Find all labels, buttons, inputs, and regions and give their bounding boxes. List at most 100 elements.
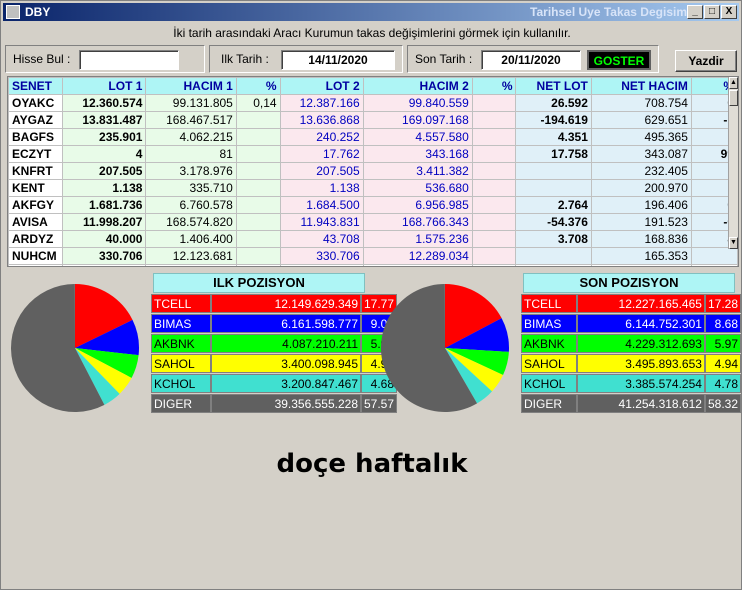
stock-symbol-cell: AKFGY — [8, 196, 63, 214]
hisse-bul-input[interactable] — [79, 50, 179, 70]
table-cell: 343.087 — [590, 145, 692, 163]
total-cell: 100,00 — [471, 264, 517, 266]
table-cell: 26.592 — [515, 94, 592, 112]
column-header[interactable]: % — [235, 77, 281, 95]
hisse-bul-label: Hisse Bul : — [13, 52, 71, 66]
table-cell — [471, 213, 517, 231]
position-name: AKBNK — [521, 334, 577, 353]
table-cell: 232.405 — [590, 162, 692, 180]
table-cell: 330.706 — [279, 247, 364, 265]
table-cell: 200.970 — [590, 179, 692, 197]
table-cell: 207.505 — [61, 162, 147, 180]
table-cell: 343.168 — [362, 145, 473, 163]
title-bar[interactable]: DBY Tarihsel Uye Takas Degisim _ □ X — [3, 3, 739, 21]
yazdir-button[interactable]: Yazdir — [675, 50, 737, 72]
table-cell: 207.505 — [279, 162, 364, 180]
table-cell — [471, 145, 517, 163]
table-cell: 1.138 — [61, 179, 147, 197]
stock-symbol-cell: KNFRT — [8, 162, 63, 180]
ilk-tarih-input[interactable]: 14/11/2020 — [281, 50, 395, 70]
table-cell: 168.574.820 — [145, 213, 237, 231]
table-cell: 12.360.574 — [61, 94, 147, 112]
position-value: 6.144.752.301 — [576, 314, 705, 333]
goster-button[interactable]: GOSTER — [587, 50, 651, 70]
table-cell: 4.557.580 — [362, 128, 473, 146]
table-cell — [471, 196, 517, 214]
table-cell: 13.636.868 — [279, 111, 364, 129]
table-cell — [235, 213, 281, 231]
position-name: AKBNK — [151, 334, 211, 353]
table-cell: 235.901 — [61, 128, 147, 146]
table-row[interactable]: KENT 1.138 335.710 1.138 536.680 200.970 — [8, 179, 738, 197]
table-row[interactable]: ARDYZ 40.000 1.406.400 43.708 1.575.236 3.708… — [8, 230, 738, 248]
position-value: 3.400.098.945 — [211, 354, 361, 373]
stock-symbol-cell: AVISA — [8, 213, 63, 231]
position-pct: 4.94 — [704, 354, 741, 373]
ilk-pozisyon-pie — [11, 284, 139, 412]
total-cell — [515, 264, 592, 266]
table-cell: 99.840.559 — [362, 94, 473, 112]
table-cell: 708.754 — [590, 94, 692, 112]
table-cell: 168.467.517 — [145, 111, 237, 129]
table-cell: 6.760.578 — [145, 196, 237, 214]
column-header[interactable]: LOT 2 — [279, 77, 364, 95]
position-value: 3.385.574.254 — [576, 374, 705, 393]
column-header[interactable]: SENET — [8, 77, 63, 95]
son-tarih-input[interactable]: 20/11/2020 — [481, 50, 581, 70]
table-cell: 4.351 — [515, 128, 592, 146]
column-header[interactable]: LOT 1 — [61, 77, 147, 95]
table-cell: 17.758 — [515, 145, 592, 163]
column-header[interactable]: % — [471, 77, 517, 95]
takas-grid[interactable]: SENET LOT 1 HACIM 1% LOT 2 HACIM 2% NET LOT NE… — [7, 76, 739, 267]
table-row[interactable]: OYAKC 12.360.574 99.131.805 0,14 12.387.166 9… — [8, 94, 738, 112]
table-row[interactable]: AKFGY 1.681.736 6.760.578 1.684.500 6.956.98… — [8, 196, 738, 214]
total-cell: 100,00 — [235, 264, 281, 266]
table-cell — [515, 162, 592, 180]
position-value: 6.161.598.777 — [211, 314, 361, 333]
scroll-up-arrow[interactable]: ▲ — [729, 77, 738, 89]
maximize-button[interactable]: □ — [704, 5, 720, 19]
table-cell — [471, 128, 517, 146]
scroll-thumb[interactable] — [729, 90, 738, 106]
total-cell — [690, 264, 738, 266]
close-button[interactable]: X — [721, 5, 737, 19]
table-row[interactable]: BAGFS 235.901 4.062.215 240.252 4.557.580 4.3… — [8, 128, 738, 146]
stock-symbol-cell: ARDYZ — [8, 230, 63, 248]
grid-scrollbar[interactable]: ▲ ▼ — [728, 77, 738, 249]
table-cell: 0,14 — [235, 94, 281, 112]
column-header[interactable]: HACIM 1 — [145, 77, 237, 95]
position-pct: 5.97 — [704, 334, 741, 353]
table-cell — [471, 230, 517, 248]
column-header[interactable]: NET LOT — [515, 77, 592, 95]
column-header[interactable]: NET HACIM — [590, 77, 692, 95]
table-row[interactable]: ECZYT48117.762343.16817.758343.08799 — [8, 145, 738, 163]
table-row[interactable]: AVISA 11.998.207 168.574.820 11.943.831 168.… — [8, 213, 738, 231]
ilk-pozisyon-title: ILK POZISYON — [153, 273, 365, 293]
total-cell: 5.686.258.354 — [61, 264, 147, 266]
son-pozisyon-table: TCELL 12.227.165.465 17.28 BIMAS 6.144.752.3… — [521, 293, 741, 414]
position-value: 3.200.847.467 — [211, 374, 361, 393]
table-cell — [235, 230, 281, 248]
table-cell: 17.762 — [279, 145, 364, 163]
stock-symbol-cell: ECZYT — [8, 145, 63, 163]
son-pozisyon-pie — [381, 284, 509, 412]
position-row: BIMAS 6.161.598.777 9.01 — [151, 314, 398, 333]
table-cell: 169.097.168 — [362, 111, 473, 129]
minimize-button[interactable]: _ — [687, 5, 703, 19]
table-cell — [235, 111, 281, 129]
table-row[interactable]: NUHCM 330.706 12.123.681 330.706 12.289.034 1… — [8, 247, 738, 265]
column-header[interactable]: HACIM 2 — [362, 77, 473, 95]
table-cell — [235, 145, 281, 163]
table-cell — [235, 162, 281, 180]
table-cell: 12.123.681 — [145, 247, 237, 265]
table-row[interactable]: KNFRT 207.505 3.178.976 207.505 3.411.382 232… — [8, 162, 738, 180]
table-cell: 1.684.500 — [279, 196, 364, 214]
scroll-down-arrow[interactable]: ▼ — [729, 237, 738, 249]
position-row: DIGER 39.356.555.228 57.57 — [151, 394, 398, 413]
table-cell: 536.680 — [362, 179, 473, 197]
table-cell: 165.353 — [590, 247, 692, 265]
position-name: DIGER — [151, 394, 211, 413]
position-row: SAHOL 3.400.098.945 4.97 — [151, 354, 398, 373]
table-row[interactable]: AYGAZ 13.831.487 168.467.517 13.636.868 169.… — [8, 111, 738, 129]
table-cell: 335.710 — [145, 179, 237, 197]
